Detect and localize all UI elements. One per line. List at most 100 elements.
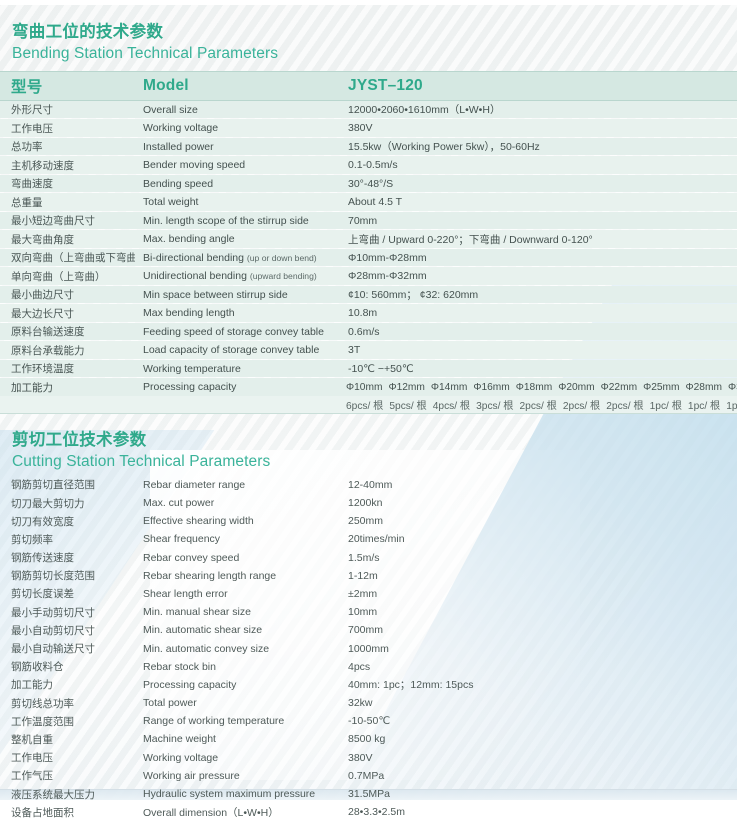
- capacity-count: 2pcs/ 根: [562, 401, 601, 413]
- table-row: 加工能力 Processing capacity 40mm: 1pc；12mm: 1…: [0, 676, 737, 694]
- table-row: 主机移动速度 Bender moving speed 0.1-0.5m/s: [0, 155, 737, 175]
- table-row: 钢筋剪切直径范围 Rebar diameter range 12-40mm: [0, 476, 737, 494]
- spec-label-en: Feeding speed of storage convey table: [135, 322, 340, 342]
- bending-station-section: 弯曲工位的技术参数 Bending Station Technical Para…: [0, 22, 737, 415]
- spec-label-en: Rebar stock bin: [143, 660, 216, 673]
- spec-value: 10mm: [348, 606, 378, 619]
- spec-label-cn: 工作气压: [11, 770, 53, 783]
- bending-heading-en: Bending Station Technical Parameters: [12, 44, 279, 62]
- capacity-count-cells: 6pcs/ 根 5pcs/ 根 4pcs/ 根 3pcs/ 根 2pcs/ 根 2pcs/…: [340, 395, 737, 415]
- spec-label-en: Working voltage: [143, 751, 219, 764]
- spec-label-en: Working air pressure: [143, 769, 240, 782]
- spec-label-en: Max. bending angle: [135, 229, 340, 249]
- spec-label-en: Min. automatic shear size: [143, 624, 263, 637]
- spec-label-cn: 外形尺寸: [0, 100, 135, 120]
- spec-label-en: Shear length error: [143, 587, 228, 600]
- spec-label-cn: 设备占地面积: [11, 806, 74, 819]
- spec-label-cn: 工作环境温度: [0, 359, 135, 379]
- capacity-label-en: Processing capacity: [135, 377, 340, 396]
- table-row: 工作环境温度 Working temperature -10℃ −+50℃: [0, 359, 737, 379]
- spec-value: 0.7MPa: [348, 769, 385, 782]
- spec-label-en: Min space between stirrup side: [135, 285, 340, 305]
- cutting-heading-cn: 剪切工位技术参数: [12, 431, 147, 449]
- bending-heading-cn: 弯曲工位的技术参数: [12, 23, 164, 41]
- spec-label-en: Shear frequency: [143, 533, 221, 546]
- spec-label-cn: 原料台输送速度: [0, 322, 135, 342]
- table-row: 钢筋传送速度 Rebar convey speed 1.5m/s: [0, 549, 737, 567]
- spec-value: 15.5kw（Working Power 5kw），50-60Hz: [340, 137, 737, 157]
- table-row: 工作气压 Working air pressure 0.7MPa: [0, 767, 737, 785]
- capacity-diameter: Φ28mm: [685, 381, 722, 393]
- capacity-count: 1pc/ 根: [726, 401, 737, 413]
- spec-label-cn: 单向弯曲（上弯曲）: [0, 266, 135, 286]
- bending-capacity-body: 加工能力 Processing capacity Φ10mm Φ12mm Φ14mm Φ1…: [0, 377, 737, 415]
- spec-label-cn: 钢筋剪切直径范围: [11, 479, 95, 492]
- spec-label-en: Bending speed: [135, 174, 340, 194]
- spec-label-cn: 工作电压: [11, 752, 53, 765]
- spec-label-en: Total power: [143, 697, 197, 710]
- spec-label-en: Working voltage: [135, 118, 340, 138]
- spec-label-cn: 最小自动输送尺寸: [11, 643, 95, 656]
- table-row: 总功率 Installed power 15.5kw（Working Power 5…: [0, 137, 737, 157]
- capacity-count: 4pcs/ 根: [432, 401, 471, 413]
- spec-value: 4pcs: [348, 660, 371, 673]
- spec-value: ±2mm: [348, 587, 378, 600]
- spec-label-en: Processing capacity: [143, 678, 237, 691]
- table-row: 最小曲边尺寸 Min space between stirrup side ¢10:…: [0, 285, 737, 305]
- table-row: 最小手动剪切尺寸 Min. manual shear size 10mm: [0, 603, 737, 621]
- capacity-diameter-row: 加工能力 Processing capacity Φ10mm Φ12mm Φ14mm Φ1…: [0, 377, 737, 396]
- table-row: 最大弯曲角度 Max. bending angle 上弯曲 / Upward 0-2…: [0, 229, 737, 249]
- spec-label-en: Hydraulic system maximum pressure: [143, 788, 316, 801]
- spec-label-cn: 总功率: [0, 137, 135, 157]
- spec-label-en: Bi-directional bending (up or down bend): [135, 248, 340, 268]
- cutting-table-body: 钢筋剪切直径范围 Rebar diameter range 12-40mm 切刀最大剪…: [0, 476, 737, 821]
- spec-label-en: Min. manual shear size: [143, 606, 251, 619]
- spec-value: 31.5MPa: [348, 788, 391, 801]
- spec-label-en: Max. cut power: [143, 497, 215, 510]
- table-row: 原料台输送速度 Feeding speed of storage convey t…: [0, 322, 737, 342]
- spec-label-cn: 钢筋传送速度: [11, 552, 74, 565]
- spec-label-en: Total weight: [135, 192, 340, 212]
- spec-label-cn: 最大边长尺寸: [0, 303, 135, 323]
- table-row: 工作电压 Working voltage 380V: [0, 118, 737, 138]
- bending-table-body: 外形尺寸 Overall size 12000•2060•1610mm（L•W•H）…: [0, 100, 737, 379]
- spec-label-cn: 剪切频率: [11, 533, 53, 546]
- spec-value: 0.1-0.5m/s: [340, 155, 737, 175]
- capacity-count-spacer-1: [0, 395, 135, 415]
- capacity-count: 5pcs/ 根: [389, 401, 427, 413]
- table-row: 最大边长尺寸 Max bending length 10.8m: [0, 303, 737, 323]
- capacity-diameter: Φ20mm: [558, 381, 595, 393]
- spec-label-cn: 工作电压: [0, 118, 135, 138]
- capacity-diameter: Φ32mm: [727, 381, 737, 393]
- spec-label-cn: 加工能力: [11, 679, 53, 692]
- spec-label-en-sub: (up or down bend): [246, 252, 317, 263]
- table-row: 剪切长度误差 Shear length error ±2mm: [0, 585, 737, 603]
- capacity-label-cn: 加工能力: [0, 377, 135, 396]
- capacity-count: 3pcs/ 根: [476, 401, 514, 413]
- capacity-count-row: 6pcs/ 根 5pcs/ 根 4pcs/ 根 3pcs/ 根 2pcs/ 根 2pcs/…: [0, 395, 737, 415]
- spec-value: 8500 kg: [348, 733, 386, 746]
- bending-model-header-row: 型号 Model JYST–120: [0, 70, 737, 101]
- spec-label-en: Rebar diameter range: [143, 478, 246, 491]
- spec-label-cn: 切刀最大剪切力: [11, 497, 85, 510]
- capacity-diameter: Φ22mm: [600, 381, 638, 393]
- table-row: 最小自动输送尺寸 Min. automatic convey size 1000mm: [0, 639, 737, 657]
- capacity-diameter: Φ18mm: [515, 381, 553, 393]
- spec-label-en: Working temperature: [135, 359, 340, 379]
- table-row: 总重量 Total weight About 4.5 T: [0, 192, 737, 212]
- table-row: 整机自重 Machine weight 8500 kg: [0, 730, 737, 748]
- spec-value: About 4.5 T: [340, 192, 737, 212]
- spec-label-en: Installed power: [135, 137, 340, 157]
- spec-label-en: Rebar shearing length range: [143, 569, 277, 582]
- spec-value: ¢10: 560mm； ¢32: 620mm: [340, 285, 737, 305]
- capacity-count: 1pc/ 根: [687, 401, 721, 413]
- spec-value: 20times/min: [348, 533, 405, 546]
- spec-label-en: Max bending length: [135, 303, 340, 323]
- spec-label-cn: 切刀有效宽度: [11, 515, 74, 528]
- spec-label-en: Rebar convey speed: [143, 551, 240, 564]
- capacity-diameter: Φ10mm: [346, 381, 383, 393]
- bending-section-heading: 弯曲工位的技术参数 Bending Station Technical Para…: [0, 22, 737, 64]
- spec-value: 1200kn: [348, 497, 383, 510]
- table-row: 外形尺寸 Overall size 12000•2060•1610mm（L•W•H）: [0, 100, 737, 120]
- spec-label-cn: 最小自动剪切尺寸: [11, 624, 95, 637]
